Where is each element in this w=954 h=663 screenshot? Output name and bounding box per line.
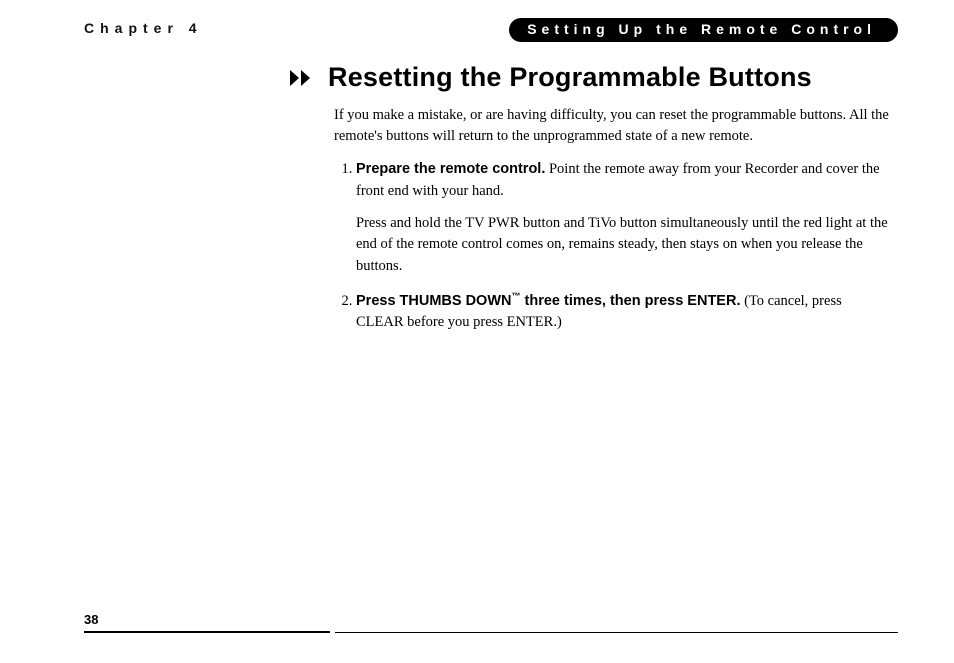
document-page: Chapter 4 Setting Up the Remote Control …	[0, 0, 954, 663]
step-lead: Prepare the remote control.	[356, 161, 545, 177]
chapter-label: Chapter 4	[84, 20, 203, 36]
step-lead-pre: Press THUMBS DOWN	[356, 293, 512, 309]
footer-rule-thin	[335, 632, 898, 633]
footer-rule-thick	[84, 631, 330, 633]
page-number: 38	[84, 612, 98, 627]
section-title: Resetting the Programmable Buttons	[328, 62, 812, 93]
step-item: Prepare the remote control. Point the re…	[356, 159, 892, 278]
step-lead-post: three times, then press ENTER.	[521, 293, 741, 309]
intro-paragraph: If you make a mistake, or are having dif…	[334, 105, 892, 147]
steps-list: Prepare the remote control. Point the re…	[334, 159, 892, 334]
trademark-symbol: ™	[512, 291, 521, 301]
section-heading-row: Resetting the Programmable Buttons	[290, 62, 892, 93]
section-header-bar: Setting Up the Remote Control	[509, 18, 898, 42]
step-lead: Press THUMBS DOWN™ three times, then pre…	[356, 293, 740, 309]
step-item: Press THUMBS DOWN™ three times, then pre…	[356, 290, 892, 334]
step-paragraph: Press and hold the TV PWR button and TiV…	[356, 213, 892, 278]
page-header: Chapter 4 Setting Up the Remote Control	[84, 18, 898, 44]
double-forward-icon	[290, 67, 318, 89]
content-column: Resetting the Programmable Buttons If yo…	[334, 62, 892, 334]
